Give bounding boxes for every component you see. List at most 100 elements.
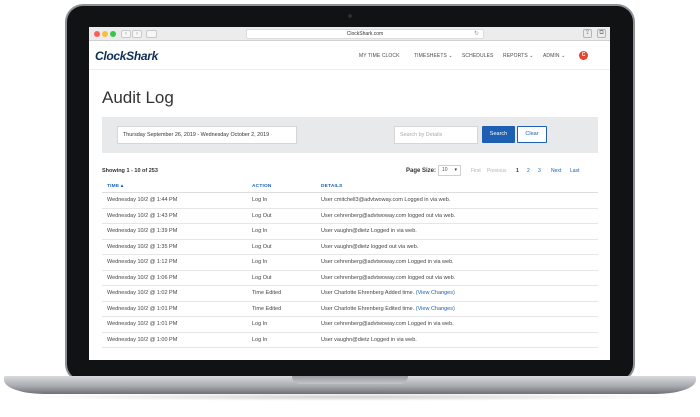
cell-details: User vaughn@dietz Logged in via web. xyxy=(321,228,417,234)
cell-time: Wednesday 10/2 @ 1:43 PM xyxy=(107,213,177,219)
cell-action-text: Time Edited xyxy=(252,290,282,296)
user-avatar[interactable]: C xyxy=(579,51,588,60)
cell-time: Wednesday 10/2 @ 1:44 PM xyxy=(107,197,177,203)
filter-bar: Thursday September 26, 2019 - Wednesday … xyxy=(102,117,598,153)
cell-details: User cehrenberg@advtwoway.com logged out… xyxy=(321,275,455,281)
laptop-opening-notch xyxy=(292,376,408,384)
clockshark-logo[interactable]: ClockShark xyxy=(95,49,158,63)
column-header-time[interactable]: TIME ▴ xyxy=(107,184,123,189)
table-row: Wednesday 10/2 @ 1:12 PM Log In User cehre… xyxy=(102,255,598,271)
cell-time: Wednesday 10/2 @ 1:01 PM xyxy=(107,306,177,312)
sidebar-icon[interactable] xyxy=(146,30,157,38)
pager-first[interactable]: First xyxy=(471,168,481,174)
cell-action-text: Log In xyxy=(252,228,268,234)
cell-action: Log In xyxy=(252,259,267,265)
table-row: Wednesday 10/2 @ 1:01 PM Log In User cehre… xyxy=(102,317,598,333)
cell-details-text: User cehrenberg@advtwoway.com Logged in … xyxy=(321,259,454,265)
view-changes-link[interactable]: (View Changes) xyxy=(416,306,455,312)
cell-action: Log Out xyxy=(252,213,272,219)
table-row: Wednesday 10/2 @ 1:44 PM Log In User cmitc… xyxy=(102,193,598,209)
nav-my-time-clock[interactable]: MY TIME CLOCK xyxy=(359,53,400,59)
cell-details-text: User cmitchell3@advtwoway.com Logged in … xyxy=(321,197,451,203)
nav-schedules[interactable]: SCHEDULES xyxy=(462,53,493,59)
back-arrow-icon[interactable]: ‹ xyxy=(121,30,131,38)
cell-time-text: Wednesday 10/2 @ 1:01 PM xyxy=(107,321,178,327)
cell-action: Log In xyxy=(252,197,267,203)
cell-action-text: Log In xyxy=(252,197,268,203)
cell-action: Log In xyxy=(252,321,267,327)
page-size-select[interactable]: 10 ▾ xyxy=(438,165,461,176)
cell-details-text: User cehrenberg@advtwoway.com logged out… xyxy=(321,212,456,219)
cell-details: User vaughn@dietz logged out via web. xyxy=(321,244,418,250)
column-header-action[interactable]: ACTION xyxy=(252,184,272,189)
laptop-screen: ‹ › ClockShark.com ↻ ⇪ ⧉ ClockShark MY T… xyxy=(89,27,610,360)
nav-admin[interactable]: ADMIN ⌄ xyxy=(543,53,565,59)
cell-details: User cehrenberg@advtwoway.com Logged in … xyxy=(321,321,454,327)
pager-last[interactable]: Last xyxy=(570,168,579,174)
pager-page-1[interactable]: 1 xyxy=(516,168,519,174)
cell-details-text: User vaughn@dietz Logged in via web. xyxy=(321,336,417,343)
table-row: Wednesday 10/2 @ 1:39 PM Log In User vaugh… xyxy=(102,224,598,240)
minimize-window-button[interactable] xyxy=(102,31,108,37)
table-row: Wednesday 10/2 @ 1:06 PM Log Out User cehr… xyxy=(102,271,598,286)
table-row: Wednesday 10/2 @ 1:01 PM Time Edited User … xyxy=(102,302,598,317)
search-input[interactable]: Search by Details xyxy=(394,126,478,144)
cell-time: Wednesday 10/2 @ 1:02 PM xyxy=(107,290,177,296)
cell-time: Wednesday 10/2 @ 1:39 PM xyxy=(107,228,177,234)
cell-time-text: Wednesday 10/2 @ 1:44 PM xyxy=(107,197,178,203)
share-icon[interactable]: ⇪ xyxy=(583,29,592,38)
cell-time: Wednesday 10/2 @ 1:00 PM xyxy=(107,337,177,343)
browser-toolbar: ‹ › ClockShark.com ↻ ⇪ ⧉ xyxy=(89,27,610,41)
reload-icon[interactable]: ↻ xyxy=(474,30,479,38)
cell-time-text: Wednesday 10/2 @ 1:12 PM xyxy=(107,259,178,265)
url-bar[interactable]: ClockShark.com ↻ xyxy=(246,29,484,39)
cell-details: User cmitchell3@advtwoway.com Logged in … xyxy=(321,197,450,203)
cell-action: Time Edited xyxy=(252,290,281,296)
camera-icon xyxy=(348,14,352,18)
page-size-value: 10 xyxy=(442,167,448,173)
table-row: Wednesday 10/2 @ 1:00 PM Log In User vaugh… xyxy=(102,333,598,348)
cell-details-text: User Charlotte Ehrenberg Added time. xyxy=(321,290,415,296)
table-body: Wednesday 10/2 @ 1:44 PM Log In User cmitc… xyxy=(102,193,598,348)
cell-time-text: Wednesday 10/2 @ 1:43 PM xyxy=(107,212,178,219)
table-row: Wednesday 10/2 @ 1:43 PM Log Out User cehr… xyxy=(102,209,598,224)
cell-time-text: Wednesday 10/2 @ 1:35 PM xyxy=(107,243,178,250)
search-button[interactable]: Search xyxy=(482,126,515,143)
cell-details: User Charlotte Ehrenberg Added time. (Vi… xyxy=(321,290,455,296)
cell-action: Log In xyxy=(252,228,267,234)
caret-down-icon: ▾ xyxy=(454,167,457,173)
cell-details: User cehrenberg@advtwoway.com logged out… xyxy=(321,213,455,219)
page-title: Audit Log xyxy=(102,88,174,107)
pager-page-2[interactable]: 2 xyxy=(527,168,530,174)
date-range-picker[interactable]: Thursday September 26, 2019 - Wednesday … xyxy=(117,126,297,144)
audit-log-table: TIME ▴ ACTION DETAILS Wednesday 10/2 @ 1… xyxy=(102,181,598,348)
clear-button[interactable]: Clear xyxy=(517,126,547,143)
cell-details-text: User vaughn@dietz Logged in via web. xyxy=(321,228,417,234)
cell-details-text: User vaughn@dietz logged out via web. xyxy=(321,243,419,250)
maximize-window-button[interactable] xyxy=(110,31,116,37)
cell-details-text: User Charlotte Ehrenberg Edited time. xyxy=(321,305,415,312)
url-text: ClockShark.com xyxy=(346,31,384,37)
forward-arrow-icon[interactable]: › xyxy=(132,30,142,38)
cell-action-text: Log Out xyxy=(252,243,272,250)
app-header: ClockShark MY TIME CLOCK TIMESHEETS ⌄ SC… xyxy=(89,41,610,70)
nav-timesheets[interactable]: TIMESHEETS ⌄ xyxy=(414,53,453,59)
close-window-button[interactable] xyxy=(94,31,100,37)
pager-next[interactable]: Next xyxy=(551,168,561,174)
nav-reports[interactable]: REPORTS ⌄ xyxy=(503,53,534,59)
tabs-icon[interactable]: ⧉ xyxy=(597,29,606,38)
results-count: Showing 1 - 10 of 253 xyxy=(102,168,158,174)
pager-previous[interactable]: Previous xyxy=(487,168,506,174)
cell-action: Log Out xyxy=(252,244,272,250)
cell-time-text: Wednesday 10/2 @ 1:00 PM xyxy=(107,336,178,343)
cell-time-text: Wednesday 10/2 @ 1:39 PM xyxy=(107,228,178,234)
cell-action-text: Log In xyxy=(252,321,268,327)
column-header-details[interactable]: DETAILS xyxy=(321,184,343,189)
table-row: Wednesday 10/2 @ 1:35 PM Log Out User vaug… xyxy=(102,240,598,255)
cell-action-text: Log Out xyxy=(252,212,272,219)
table-header: TIME ▴ ACTION DETAILS xyxy=(102,181,598,193)
cell-action: Log Out xyxy=(252,275,272,281)
pager-page-3[interactable]: 3 xyxy=(538,168,541,174)
view-changes-link[interactable]: (View Changes) xyxy=(416,290,455,296)
cell-details: User vaughn@dietz Logged in via web. xyxy=(321,337,417,343)
